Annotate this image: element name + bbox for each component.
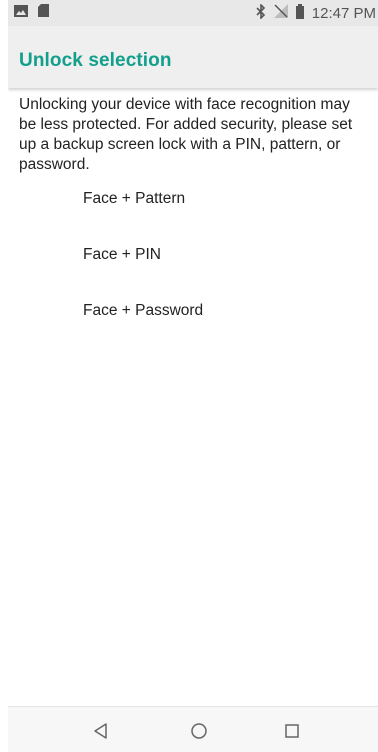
back-icon[interactable] <box>90 720 112 742</box>
sd-card-icon <box>38 4 49 22</box>
status-right: 12:47 PM <box>256 2 378 23</box>
screen: 12:47 PM Unlock selection Unlocking your… <box>8 0 378 752</box>
description-text: Unlocking your device with face recognit… <box>19 96 353 173</box>
home-icon[interactable] <box>188 720 210 742</box>
option-face-pattern[interactable]: Face + Pattern <box>83 186 185 212</box>
status-left <box>8 4 49 22</box>
option-label: Face + Password <box>83 302 204 319</box>
battery-icon <box>295 3 304 23</box>
image-notification-icon <box>14 4 28 22</box>
option-label: Face + PIN <box>83 246 161 263</box>
recents-icon[interactable] <box>281 720 303 742</box>
status-time: 12:47 PM <box>311 4 376 22</box>
option-label: Face + Pattern <box>83 190 186 207</box>
option-face-pin[interactable]: Face + PIN <box>83 242 161 268</box>
app-bar: Unlock selection <box>8 26 378 88</box>
option-face-password[interactable]: Face + Password <box>83 298 203 324</box>
page-title: Unlock selection <box>19 50 172 71</box>
status-bar: 12:47 PM <box>8 0 378 26</box>
no-signal-icon <box>273 4 288 22</box>
bluetooth-icon <box>256 2 266 23</box>
navigation-bar <box>8 706 378 752</box>
